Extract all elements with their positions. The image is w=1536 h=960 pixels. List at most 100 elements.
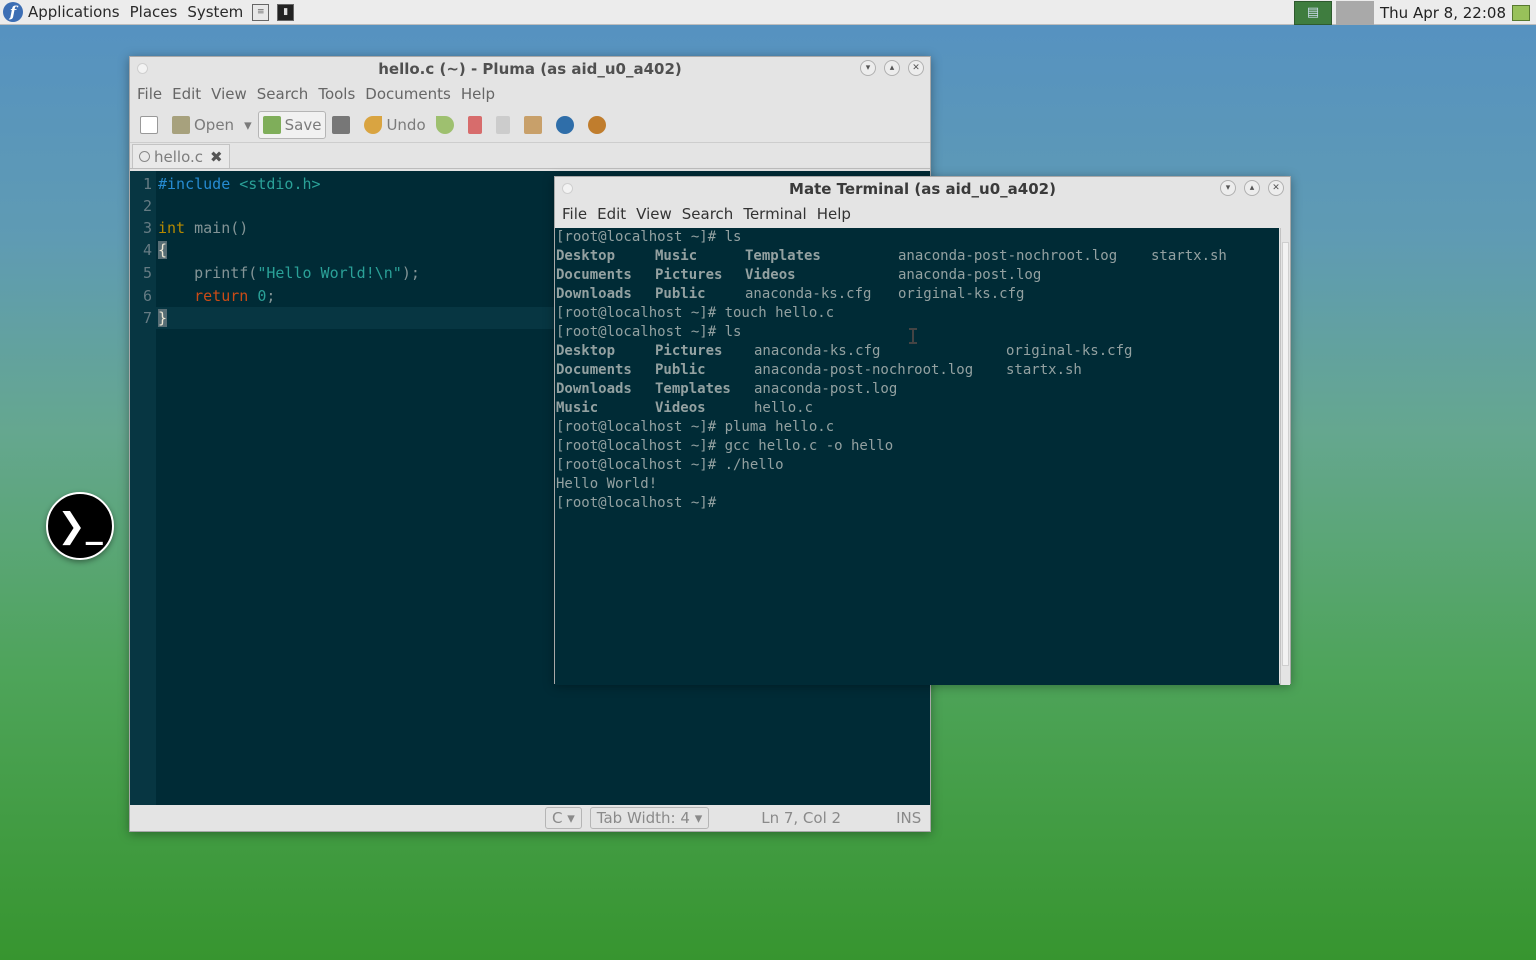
line-number: 3: [142, 219, 152, 237]
minimize-icon[interactable]: ▾: [1220, 180, 1236, 196]
close-tab-icon[interactable]: ✖: [210, 148, 223, 166]
print-button[interactable]: [328, 111, 358, 139]
chevron-down-icon: ▾: [694, 809, 703, 827]
document-tabs: hello.c ✖: [130, 143, 930, 169]
top-panel: f Applications Places System ≡ ▮ ▤ Thu A…: [0, 0, 1536, 25]
system-tray: ▤ Thu Apr 8, 22:08: [1294, 0, 1536, 25]
replace-button[interactable]: [584, 111, 614, 139]
menu-tools[interactable]: Tools: [313, 85, 360, 103]
document-icon: [139, 151, 150, 162]
fedora-logo-icon[interactable]: f: [3, 2, 23, 22]
pluma-menubar: File Edit View Search Tools Documents He…: [130, 81, 930, 107]
terminal-line: [root@localhost ~]# ls: [556, 229, 742, 245]
cut-icon: [467, 115, 482, 134]
line-number: 5: [142, 264, 152, 282]
cursor-position: Ln 7, Col 2: [761, 809, 842, 827]
menu-help[interactable]: Help: [456, 85, 500, 103]
save-label: Save: [284, 115, 322, 134]
minimize-icon[interactable]: ▾: [860, 60, 876, 76]
new-document-icon: [140, 115, 158, 134]
tab-width-label: Tab Width: 4: [596, 809, 690, 827]
terminal-scrollbar[interactable]: [1280, 228, 1290, 685]
replace-icon: [587, 115, 606, 134]
menu-system[interactable]: System: [182, 3, 248, 21]
line-number: 1: [142, 175, 152, 193]
menu-view[interactable]: View: [206, 85, 252, 103]
line-number: 4: [142, 241, 152, 259]
window-menu-icon[interactable]: [137, 63, 148, 74]
close-icon[interactable]: ✕: [908, 60, 924, 76]
terminal-window: Mate Terminal (as aid_u0_a402) ▾ ▴ ✕ Fil…: [554, 176, 1291, 685]
copy-button[interactable]: [492, 111, 518, 139]
menu-terminal[interactable]: Terminal: [738, 205, 811, 223]
menu-places[interactable]: Places: [125, 3, 183, 21]
tab-width-selector[interactable]: Tab Width: 4 ▾: [589, 807, 710, 829]
terminal-line: [root@localhost ~]# gcc hello.c -o hello: [556, 438, 894, 454]
terminal-output[interactable]: [root@localhost ~]# ls Desktop Music Templ…: [555, 228, 1279, 685]
clock[interactable]: Thu Apr 8, 22:08: [1374, 4, 1512, 22]
terminal-line: Hello World!: [556, 476, 658, 492]
menu-edit[interactable]: Edit: [592, 205, 631, 223]
terminal-line: [root@localhost ~]# ls: [556, 324, 742, 340]
menu-search[interactable]: Search: [677, 205, 739, 223]
terminal-line: [root@localhost ~]# ./hello: [556, 457, 784, 473]
menu-file[interactable]: File: [132, 85, 167, 103]
maximize-icon[interactable]: ▴: [1244, 180, 1260, 196]
terminal-line: [root@localhost ~]# touch hello.c: [556, 305, 835, 321]
line-number: 2: [142, 197, 152, 215]
chevron-down-icon: ▾: [567, 809, 575, 827]
terminal-title: Mate Terminal (as aid_u0_a402): [789, 180, 1056, 198]
maximize-icon[interactable]: ▴: [884, 60, 900, 76]
pluma-toolbar: Open ▾ Save Undo: [130, 107, 930, 143]
terminal-line: [root@localhost ~]# pluma hello.c: [556, 419, 835, 435]
language-selector[interactable]: C ▾: [545, 807, 582, 829]
tab-hello-c[interactable]: hello.c ✖: [132, 144, 230, 168]
battery-icon[interactable]: [1512, 4, 1530, 21]
open-label: Open: [194, 115, 235, 134]
open-button[interactable]: Open: [168, 111, 238, 139]
undo-button[interactable]: Undo: [360, 111, 429, 139]
line-number: 6: [142, 287, 152, 305]
insert-mode: INS: [896, 809, 922, 827]
search-icon: [555, 115, 574, 134]
menu-applications[interactable]: Applications: [23, 3, 125, 21]
text-editor-launcher-icon[interactable]: ≡: [252, 3, 270, 21]
terminal-prompt: [root@localhost ~]#: [556, 495, 717, 511]
save-button[interactable]: Save: [257, 110, 327, 139]
terminal-titlebar[interactable]: Mate Terminal (as aid_u0_a402) ▾ ▴ ✕: [555, 177, 1290, 201]
redo-button[interactable]: [432, 111, 462, 139]
terminal-fab-icon[interactable]: ❯_: [46, 492, 114, 560]
cut-button[interactable]: [464, 111, 490, 139]
status-bar: C ▾ Tab Width: 4 ▾ Ln 7, Col 2 INS: [130, 805, 930, 831]
find-button[interactable]: [552, 111, 582, 139]
print-icon: [332, 115, 351, 134]
workspace-switcher[interactable]: [1336, 0, 1375, 25]
copy-icon: [495, 115, 510, 134]
undo-icon: [364, 115, 383, 134]
text-cursor-icon: [909, 328, 917, 344]
scrollbar-thumb[interactable]: [1282, 242, 1289, 666]
menu-search[interactable]: Search: [252, 85, 314, 103]
menu-view[interactable]: View: [631, 205, 677, 223]
new-button[interactable]: [136, 111, 166, 139]
paste-button[interactable]: [520, 111, 550, 139]
close-icon[interactable]: ✕: [1268, 180, 1284, 196]
menu-help[interactable]: Help: [812, 205, 856, 223]
open-recent-dropdown[interactable]: ▾: [240, 111, 256, 139]
undo-label: Undo: [386, 115, 426, 134]
line-number: 7: [142, 309, 152, 327]
save-icon: [262, 115, 281, 134]
pluma-titlebar[interactable]: hello.c (~) - Pluma (as aid_u0_a402) ▾ ▴…: [130, 57, 930, 81]
redo-icon: [435, 115, 454, 134]
system-monitor-icon[interactable]: ▤: [1294, 0, 1333, 25]
paste-icon: [523, 115, 542, 134]
menu-edit[interactable]: Edit: [167, 85, 206, 103]
tab-label: hello.c: [154, 147, 203, 166]
folder-icon: [172, 115, 190, 134]
chevron-down-icon: ▾: [244, 115, 252, 134]
language-label: C: [552, 809, 563, 827]
menu-documents[interactable]: Documents: [360, 85, 456, 103]
terminal-launcher-icon[interactable]: ▮: [277, 3, 295, 21]
window-menu-icon[interactable]: [562, 183, 573, 194]
menu-file[interactable]: File: [557, 205, 592, 223]
